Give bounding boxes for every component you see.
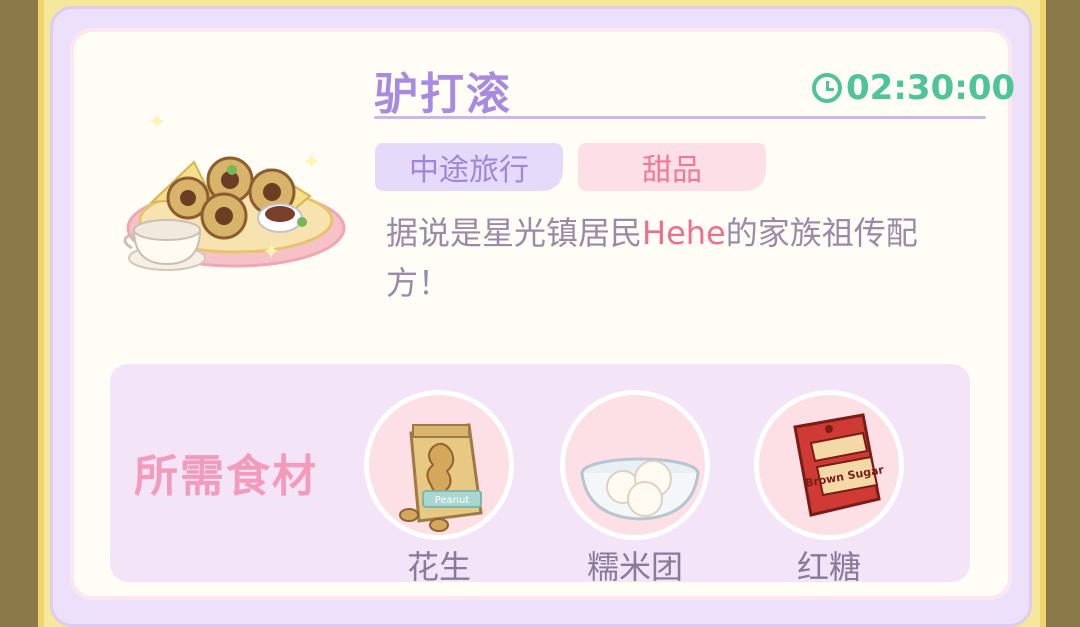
resident-name: Hehe <box>642 214 726 252</box>
ingredient-slot: Brown Sugar <box>754 390 904 540</box>
ingredient-slot: Peanut <box>364 390 514 540</box>
ingredient-slot <box>560 390 710 540</box>
sparkle-icon: ✦ <box>148 110 167 135</box>
dish-icon[interactable] <box>112 110 356 290</box>
recipe-description: 据说是星光镇居民Hehe的家族祖传配方！ <box>386 214 918 302</box>
tag-category: 中途旅行 <box>375 143 563 191</box>
ingredient-rice-balls[interactable]: 糯米团 <box>560 390 710 588</box>
ingredient-brown-sugar[interactable]: Brown Sugar 红糖 <box>754 390 904 588</box>
ingredient-peanut[interactable]: Peanut 花生 <box>364 390 514 588</box>
recipe-title: 驴打滚 <box>374 69 512 120</box>
tag-type: 甜品 <box>578 143 766 191</box>
brown-sugar-bag-icon: Brown Sugar <box>793 413 885 517</box>
ingredient-name: 红糖 <box>796 548 861 586</box>
ingredients-title: 所需食材 <box>134 451 318 502</box>
clock-icon <box>812 73 842 103</box>
sparkle-icon: ✦ <box>262 240 281 265</box>
ingredient-name: 花生 <box>406 548 471 586</box>
peanut-bag-icon: Peanut <box>399 423 483 532</box>
rice-balls-icon <box>580 457 700 521</box>
ingredient-name: 糯米团 <box>586 548 683 586</box>
sparkle-icon: ✦ <box>302 150 321 175</box>
peanut-package-label: Peanut <box>435 495 470 506</box>
timer-value: 02:30:00 <box>846 68 1016 108</box>
cook-timer: 02:30:00 <box>812 68 1015 108</box>
title-divider <box>374 116 986 119</box>
